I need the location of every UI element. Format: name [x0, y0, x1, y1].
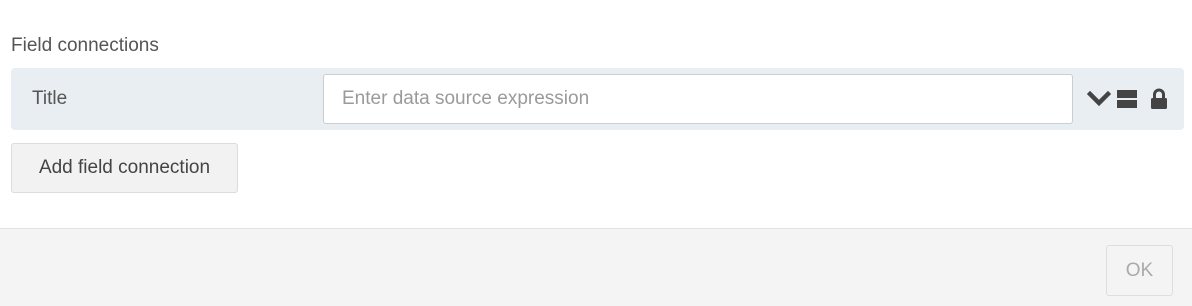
field-connection-row: Title — [11, 68, 1184, 130]
add-field-connection-button[interactable]: Add field connection — [11, 143, 238, 193]
expression-input[interactable] — [323, 74, 1073, 124]
ok-button[interactable]: OK — [1106, 245, 1173, 296]
field-connections-dialog: Field connections Title Enter data sourc… — [0, 0, 1192, 306]
lock-icon[interactable] — [1146, 87, 1172, 111]
dialog-content: Field connections Title Enter data sourc… — [0, 0, 1192, 228]
field-label: Title — [32, 88, 68, 109]
dialog-footer: OK — [0, 228, 1192, 306]
stack-icon[interactable] — [1114, 87, 1140, 111]
row-icon-group — [1086, 87, 1172, 111]
chevron-down-icon[interactable] — [1086, 87, 1112, 111]
section-title: Field connections — [11, 35, 159, 56]
